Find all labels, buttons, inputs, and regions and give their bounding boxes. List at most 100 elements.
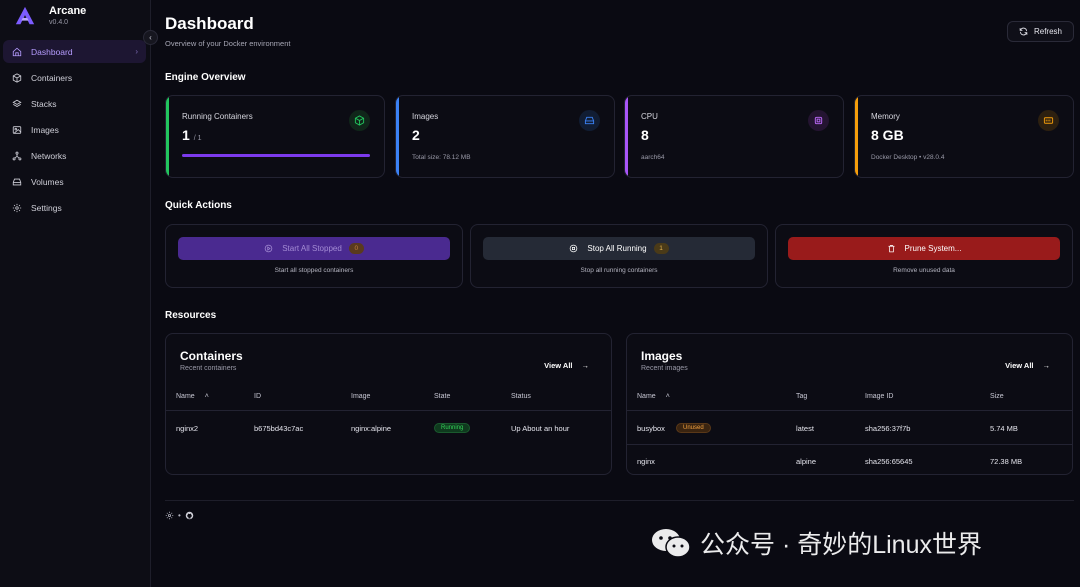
status-badge: Running — [434, 423, 471, 433]
card-accent — [855, 96, 858, 177]
stop-circle-icon — [570, 244, 578, 253]
sidebar-item-label: Settings — [31, 202, 62, 213]
stat-label: CPU — [641, 112, 658, 121]
refresh-label: Refresh — [1033, 27, 1062, 36]
start-all-stopped-button[interactable]: Start All Stopped 0 — [178, 237, 450, 260]
stat-value: 2 — [412, 127, 420, 143]
containers-title: Containers — [180, 349, 243, 363]
brand[interactable]: Arcane v0.4.0 — [14, 5, 86, 27]
column-label: Name — [637, 393, 656, 400]
sidebar-item-settings[interactable]: Settings — [3, 196, 146, 219]
start-all-card: Start All Stopped 0 Start all stopped co… — [165, 224, 463, 288]
stat-label: Images — [412, 112, 439, 121]
resources-title: Resources — [165, 310, 217, 321]
drive-icon — [579, 110, 600, 131]
running-containers-card: Running Containers 1/ 1 — [165, 95, 385, 178]
table-header: Name ˄ ID Image State Status — [166, 385, 611, 411]
sidebar-item-label: Dashboard — [31, 46, 73, 57]
arrow-right-icon: → — [581, 361, 590, 370]
stat-detail: aarch64 — [641, 154, 665, 161]
cpu-icon — [808, 110, 829, 131]
chevron-left-icon: ‹ — [149, 33, 152, 42]
sidebar-item-containers[interactable]: Containers — [3, 66, 146, 89]
footer-separator: • — [178, 511, 181, 520]
drive-icon — [11, 176, 23, 188]
box-icon — [349, 110, 370, 131]
arcane-logo-icon — [15, 6, 35, 25]
container-status: Up About an hour — [511, 424, 570, 433]
column-header-tag: Tag — [796, 393, 808, 400]
container-image: nginx:alpine — [351, 424, 392, 433]
wechat-icon — [652, 529, 691, 558]
container-id: b675bd43c7ac — [254, 424, 304, 433]
box-icon — [11, 72, 23, 84]
sort-up-icon: ˄ — [204, 393, 209, 400]
table-header: Name ˄ Tag Image ID Size — [627, 385, 1072, 411]
sidebar-item-stacks[interactable]: Stacks — [3, 92, 146, 115]
stat-detail: Total size: 78.12 MB — [412, 154, 471, 161]
sidebar-item-dashboard[interactable]: Dashboard › — [3, 40, 146, 63]
images-card: Images 2 Total size: 78.12 MB — [395, 95, 615, 178]
card-accent — [625, 96, 628, 177]
memory-icon — [1038, 110, 1059, 131]
column-header-name[interactable]: Name ˄ — [637, 393, 670, 400]
refresh-button[interactable]: Refresh — [1007, 21, 1074, 42]
button-label: Stop All Running — [587, 244, 647, 253]
table-row[interactable]: nginx alpine sha256:65645 72.38 MB — [627, 445, 1072, 478]
home-icon — [11, 46, 23, 58]
column-header-image-id: Image ID — [865, 393, 894, 400]
github-icon[interactable] — [185, 511, 194, 520]
page-title: Dashboard — [165, 14, 254, 33]
refresh-icon — [1019, 27, 1028, 36]
table-row[interactable]: nginx2 b675bd43c7ac nginx:alpine Running… — [166, 412, 611, 445]
stat-label: Memory — [871, 112, 900, 121]
image-name[interactable]: busybox — [637, 424, 665, 433]
badge-cell: Unused — [676, 422, 711, 433]
count-badge: 0 — [348, 243, 364, 254]
watermark-text: 公众号 · 奇妙的Linux世界 — [700, 531, 982, 559]
sidebar-item-networks[interactable]: Networks — [3, 144, 146, 167]
arrow-right-icon: → — [1042, 361, 1051, 370]
progress-fill — [182, 154, 370, 157]
images-subtitle: Recent images — [641, 365, 688, 372]
containers-view-all-link[interactable]: View All → — [544, 361, 589, 370]
container-name[interactable]: nginx2 — [176, 424, 198, 433]
layers-icon — [11, 98, 23, 110]
sidebar-nav: Dashboard › Containers Stacks Images Net… — [0, 40, 151, 222]
gear-icon — [11, 202, 23, 214]
sidebar-collapse-button[interactable]: ‹ — [143, 30, 158, 45]
prune-card: Prune System... Remove unused data — [775, 224, 1073, 288]
containers-card: Containers Recent containers View All → N… — [165, 333, 612, 475]
view-all-label: View All — [544, 361, 573, 370]
column-header-size: Size — [990, 393, 1004, 400]
column-header-image: Image — [351, 393, 371, 400]
sidebar-item-volumes[interactable]: Volumes — [3, 170, 146, 193]
count-badge: 1 — [653, 243, 669, 254]
image-tag: alpine — [796, 457, 817, 466]
gear-icon[interactable] — [165, 511, 174, 520]
image-name[interactable]: nginx — [637, 457, 655, 466]
stat-value: 8 GB — [871, 127, 904, 143]
watermark: 公众号 · 奇妙的Linux世界 — [650, 525, 982, 561]
sidebar-item-images[interactable]: Images — [3, 118, 146, 141]
prune-system-button[interactable]: Prune System... — [788, 237, 1060, 260]
cpu-card: CPU 8 aarch64 — [624, 95, 844, 178]
brand-name: Arcane — [49, 5, 87, 17]
main-content: Dashboard Overview of your Docker enviro… — [151, 0, 1080, 587]
column-header-state: State — [434, 393, 451, 400]
play-circle-icon — [264, 244, 273, 253]
action-description: Remove unused data — [893, 267, 955, 274]
stop-all-running-button[interactable]: Stop All Running 1 — [483, 237, 755, 260]
sidebar-item-label: Containers — [31, 72, 73, 83]
image-size: 72.38 MB — [990, 457, 1023, 466]
containers-subtitle: Recent containers — [180, 365, 237, 372]
column-header-name[interactable]: Name ˄ — [176, 393, 209, 400]
quick-actions-title: Quick Actions — [165, 200, 232, 211]
images-view-all-link[interactable]: View All → — [1005, 361, 1050, 370]
sidebar: Arcane v0.4.0 Dashboard › Containers Sta… — [0, 0, 151, 587]
table-row[interactable]: busybox Unused latest sha256:37f7b 5.74 … — [627, 412, 1072, 445]
action-description: Stop all running containers — [580, 267, 658, 274]
page-subtitle: Overview of your Docker environment — [165, 39, 291, 48]
button-label: Prune System... — [904, 244, 962, 253]
footer: • — [165, 511, 194, 520]
